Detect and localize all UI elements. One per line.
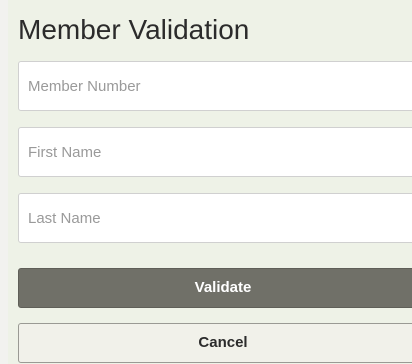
cancel-button[interactable]: Cancel	[18, 323, 412, 363]
first-name-field[interactable]	[18, 127, 412, 177]
member-number-field[interactable]	[18, 61, 412, 111]
form-panel	[8, 0, 412, 364]
page-title: Member Validation	[18, 14, 250, 45]
validate-button[interactable]: Validate	[18, 268, 412, 308]
last-name-field[interactable]	[18, 193, 412, 243]
